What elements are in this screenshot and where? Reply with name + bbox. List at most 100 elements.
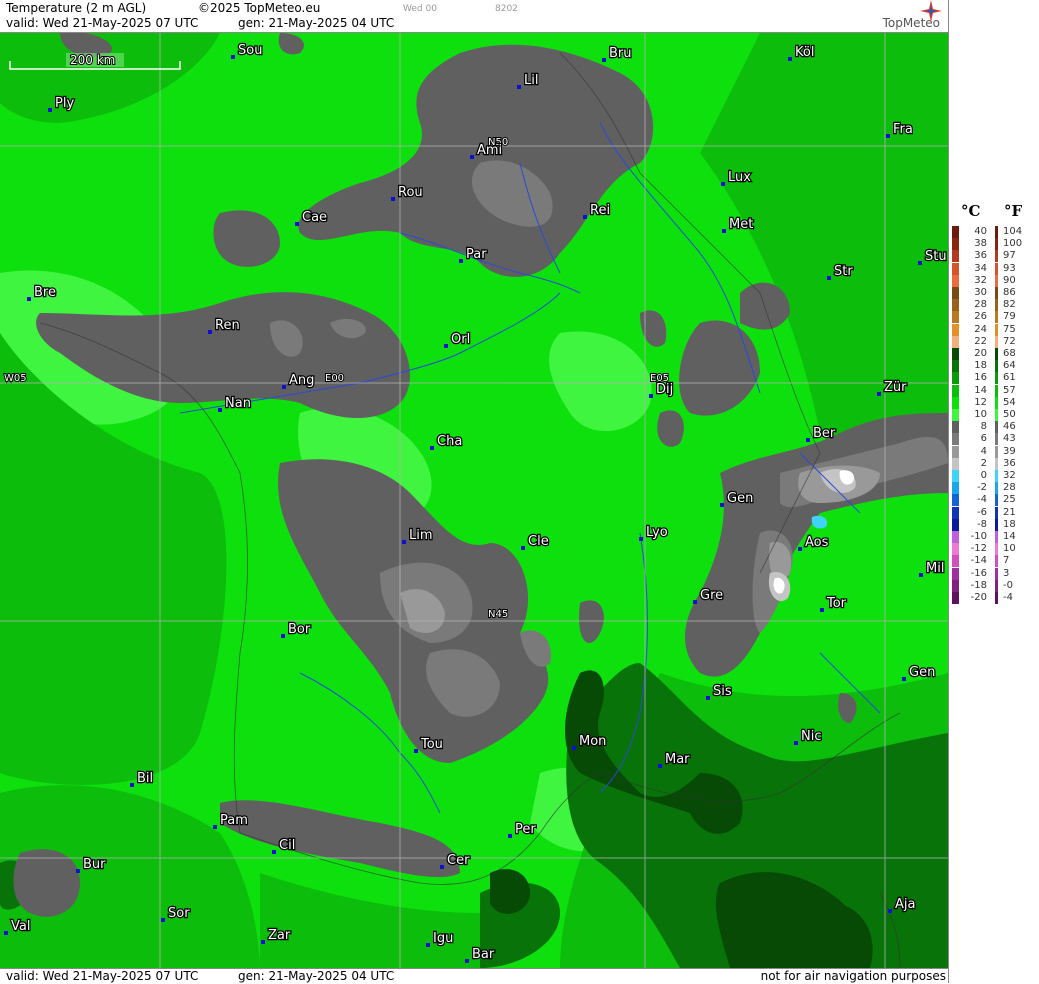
legend-swatch-f	[995, 457, 998, 470]
city-dot	[827, 276, 831, 280]
city-label: Par	[466, 247, 487, 262]
city-dot	[508, 834, 512, 838]
city-label: Bre	[34, 285, 56, 300]
legend-swatch-c	[952, 531, 959, 543]
city-dot	[76, 869, 80, 873]
legend-fahrenheit-value: 90	[1003, 274, 1016, 286]
city-label: Cil	[279, 838, 295, 853]
city-label: Met	[729, 217, 753, 232]
city-dot	[272, 850, 276, 854]
city-dot	[459, 259, 463, 263]
legend-celsius-value: 22	[974, 335, 987, 347]
city-label: Köl	[795, 45, 814, 60]
city-label: Ply	[55, 96, 74, 111]
legend-fahrenheit-value: 75	[1003, 323, 1016, 335]
city-dot	[27, 297, 31, 301]
legend-fahrenheit-value: 64	[1003, 360, 1016, 372]
city-label: Lim	[409, 528, 433, 543]
legend-fahrenheit-value: -0	[1003, 579, 1013, 591]
city-dot	[794, 741, 798, 745]
legend-celsius-value: 40	[974, 226, 987, 237]
footer-valid-time: valid: Wed 21-May-2025 07 UTC	[6, 969, 199, 983]
city-dot	[798, 547, 802, 551]
city-label: Cae	[302, 210, 327, 225]
city-label: Sor	[168, 906, 190, 921]
legend-swatch-c	[952, 226, 959, 238]
legend-swatch-c	[952, 457, 959, 470]
legend-celsius-value: 24	[974, 323, 987, 335]
legend-swatch-f	[995, 482, 998, 495]
city-label: Cer	[447, 853, 470, 868]
city-dot	[231, 55, 235, 59]
legend-swatch-f	[995, 506, 998, 519]
temperature-map[interactable]: 200 km N50 N45 W05 E00 E05 Sou Bru Köl Lil Ply Am…	[0, 33, 948, 968]
city-dot	[693, 600, 697, 604]
legend-swatch-f	[995, 494, 998, 507]
legend-swatch-c	[952, 592, 959, 604]
legend-fahrenheit-value: 100	[1003, 238, 1023, 250]
legend-fahrenheit-value: 50	[1003, 409, 1016, 420]
map-title: Temperature (2 m AGL)	[6, 1, 147, 15]
legend-swatch-f	[995, 396, 998, 409]
legend-fahrenheit-value: 82	[1003, 299, 1016, 311]
legend-swatch-f	[995, 409, 998, 421]
legend-swatch-f	[995, 299, 998, 312]
legend-fahrenheit-value: 39	[1003, 445, 1016, 457]
valid-time: valid: Wed 21-May-2025 07 UTC	[6, 16, 199, 30]
city-dot	[886, 134, 890, 138]
city-label: Bor	[288, 622, 311, 637]
legend-swatch-f	[995, 372, 998, 385]
legend-swatch-f	[995, 567, 998, 580]
legend-fahrenheit-value: 3	[1003, 567, 1010, 579]
city-label: Zür	[884, 380, 907, 395]
legend-celsius-value: 28	[974, 299, 987, 311]
temperature-legend: °C °F 40 104 38 100 36 97 34 93 32 90 30 86 28 82 26 79…	[948, 0, 1039, 983]
legend-celsius-value: -4	[977, 494, 987, 506]
legend-swatch-f	[995, 579, 998, 592]
legend-swatch-f	[995, 543, 998, 556]
city-label: Ren	[215, 318, 240, 333]
header-bar: Temperature (2 m AGL) ©2025 TopMeteo.eu …	[0, 0, 948, 33]
legend-celsius-value: 10	[974, 409, 987, 420]
legend-fahrenheit-value: 14	[1003, 531, 1016, 542]
legend-swatch-f	[995, 250, 998, 263]
city-label: Rou	[398, 185, 423, 200]
legend-celsius-value: 36	[974, 250, 987, 262]
legend-swatch-f	[995, 274, 998, 287]
city-dot	[918, 261, 922, 265]
legend-swatch-c	[952, 287, 959, 299]
topmeteo-logo[interactable]: TopMeteo	[883, 16, 940, 30]
city-dot	[902, 677, 906, 681]
city-dot	[282, 385, 286, 389]
scale-label: 200 km	[70, 53, 115, 67]
legend-swatch-c	[952, 238, 959, 251]
legend-swatch-c	[952, 506, 959, 519]
legend-fahrenheit-value: 61	[1003, 372, 1016, 384]
fahrenheit-unit: °F	[1004, 202, 1023, 220]
city-label: Aos	[805, 535, 829, 550]
legend-swatch-c	[952, 482, 959, 495]
legend-celsius-value: -2	[977, 482, 987, 494]
legend-fahrenheit-value: 79	[1003, 311, 1016, 323]
legend-celsius-value: -16	[970, 567, 987, 579]
legend-fahrenheit-value: 18	[1003, 518, 1016, 530]
legend-swatch-c	[952, 348, 959, 360]
city-label: Zar	[268, 928, 291, 943]
legend-celsius-value: -12	[970, 543, 987, 555]
city-dot	[213, 825, 217, 829]
legend-celsius-value: -10	[970, 531, 987, 542]
legend-celsius-value: 12	[974, 396, 987, 408]
map-canvas: 200 km N50N45W05 E00 E05 Sou Bru KölLilPlyAm…	[0, 33, 948, 968]
city-dot	[218, 408, 222, 412]
legend-swatch-c	[952, 384, 959, 397]
legend-celsius-value: 32	[974, 274, 987, 286]
city-label: Cha	[437, 434, 462, 449]
legend-celsius-value: 38	[974, 238, 987, 250]
city-label: Lyo	[646, 525, 668, 540]
legend-swatch-f	[995, 323, 998, 336]
legend-swatch-f	[995, 360, 998, 373]
legend-celsius-value: -8	[977, 518, 987, 530]
city-dot	[130, 783, 134, 787]
city-label: Rei	[590, 203, 610, 218]
legend-swatch-c	[952, 372, 959, 385]
